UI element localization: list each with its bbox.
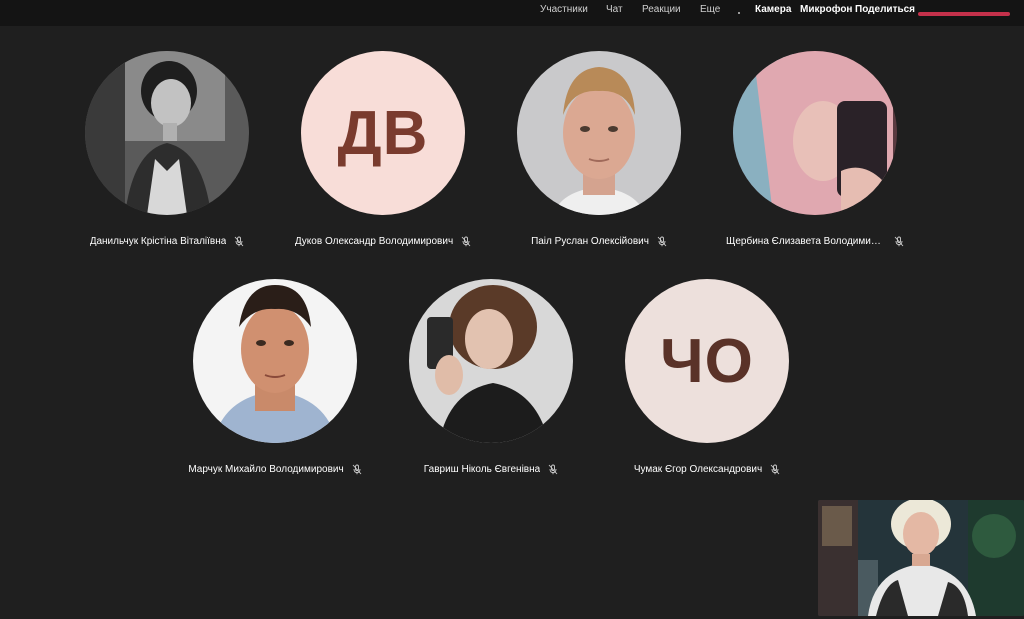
microphone-button[interactable]: Микрофон bbox=[800, 4, 852, 16]
meeting-stage: Участники Чат Реакции Еще Камера Микрофо… bbox=[0, 0, 1024, 619]
participant-name: Данильчук Крістіна Віталіївна bbox=[89, 236, 227, 247]
share-button[interactable]: Поделиться bbox=[855, 4, 915, 16]
more-button[interactable]: Еще bbox=[700, 4, 720, 16]
mic-off-icon bbox=[234, 236, 244, 247]
reactions-button[interactable]: Реакции bbox=[642, 4, 681, 16]
mic-off-icon bbox=[548, 464, 558, 475]
participant-avatar-photo bbox=[517, 51, 681, 215]
participant-tile[interactable]: Щербина Єлизавета Володимирівна bbox=[720, 51, 910, 261]
participant-tile[interactable]: Паіл Руслан Олексійович bbox=[504, 51, 694, 261]
participant-avatar-initials: ДВ bbox=[301, 51, 465, 215]
participant-tile[interactable]: Гавриш Ніколь Євгенівна bbox=[396, 279, 586, 489]
participant-name-row: Щербина Єлизавета Володимирівна bbox=[720, 236, 910, 247]
person-photo-icon bbox=[733, 51, 897, 215]
participant-tile[interactable]: Марчук Михайло Володимирович bbox=[180, 279, 370, 489]
participant-avatar-photo bbox=[193, 279, 357, 443]
participant-initials: ЧО bbox=[660, 326, 754, 396]
participant-name-row: Чумак Єгор Олександрович bbox=[612, 464, 802, 475]
participant-tile[interactable]: ЧО Чумак Єгор Олександрович bbox=[612, 279, 802, 489]
participant-name: Щербина Єлизавета Володимирівна bbox=[726, 236, 886, 247]
person-photo-icon bbox=[517, 51, 681, 215]
participant-name: Паіл Руслан Олексійович bbox=[531, 236, 649, 247]
mic-off-icon bbox=[770, 464, 780, 475]
participant-name: Чумак Єгор Олександрович bbox=[633, 464, 763, 475]
participant-name-row: Паіл Руслан Олексійович bbox=[504, 236, 694, 247]
mic-off-icon bbox=[657, 236, 667, 247]
participant-name: Дуков Олександр Володимирович bbox=[294, 236, 454, 247]
participant-avatar-photo bbox=[85, 51, 249, 215]
video-self-view-icon bbox=[818, 500, 1024, 616]
participant-avatar-initials: ЧО bbox=[625, 279, 789, 443]
self-view-video[interactable] bbox=[818, 500, 1024, 616]
person-photo-icon bbox=[409, 279, 573, 443]
participant-name-row: Марчук Михайло Володимирович bbox=[180, 464, 370, 475]
mic-off-icon bbox=[894, 236, 904, 247]
participant-avatar-photo bbox=[733, 51, 897, 215]
participant-tile[interactable]: ДВ Дуков Олександр Володимирович bbox=[288, 51, 478, 261]
participant-name: Гавриш Ніколь Євгенівна bbox=[423, 464, 541, 475]
person-photo-icon bbox=[85, 51, 249, 215]
toolbar-divider bbox=[738, 12, 740, 14]
person-photo-icon bbox=[193, 279, 357, 443]
participant-tile[interactable]: Данильчук Крістіна Віталіївна bbox=[72, 51, 262, 261]
participant-initials: ДВ bbox=[337, 98, 429, 168]
leave-button[interactable] bbox=[918, 12, 1010, 16]
participant-name-row: Гавриш Ніколь Євгенівна bbox=[396, 464, 586, 475]
participants-button[interactable]: Участники bbox=[540, 4, 588, 16]
participant-name-row: Данильчук Крістіна Віталіївна bbox=[72, 236, 262, 247]
participant-avatar-photo bbox=[409, 279, 573, 443]
participant-name-row: Дуков Олександр Володимирович bbox=[288, 236, 478, 247]
camera-button[interactable]: Камера bbox=[755, 4, 791, 16]
chat-button[interactable]: Чат bbox=[606, 4, 623, 16]
mic-off-icon bbox=[352, 464, 362, 475]
mic-off-icon bbox=[461, 236, 471, 247]
meeting-toolbar: Участники Чат Реакции Еще Камера Микрофо… bbox=[0, 0, 1024, 26]
participant-name: Марчук Михайло Володимирович bbox=[188, 464, 344, 475]
